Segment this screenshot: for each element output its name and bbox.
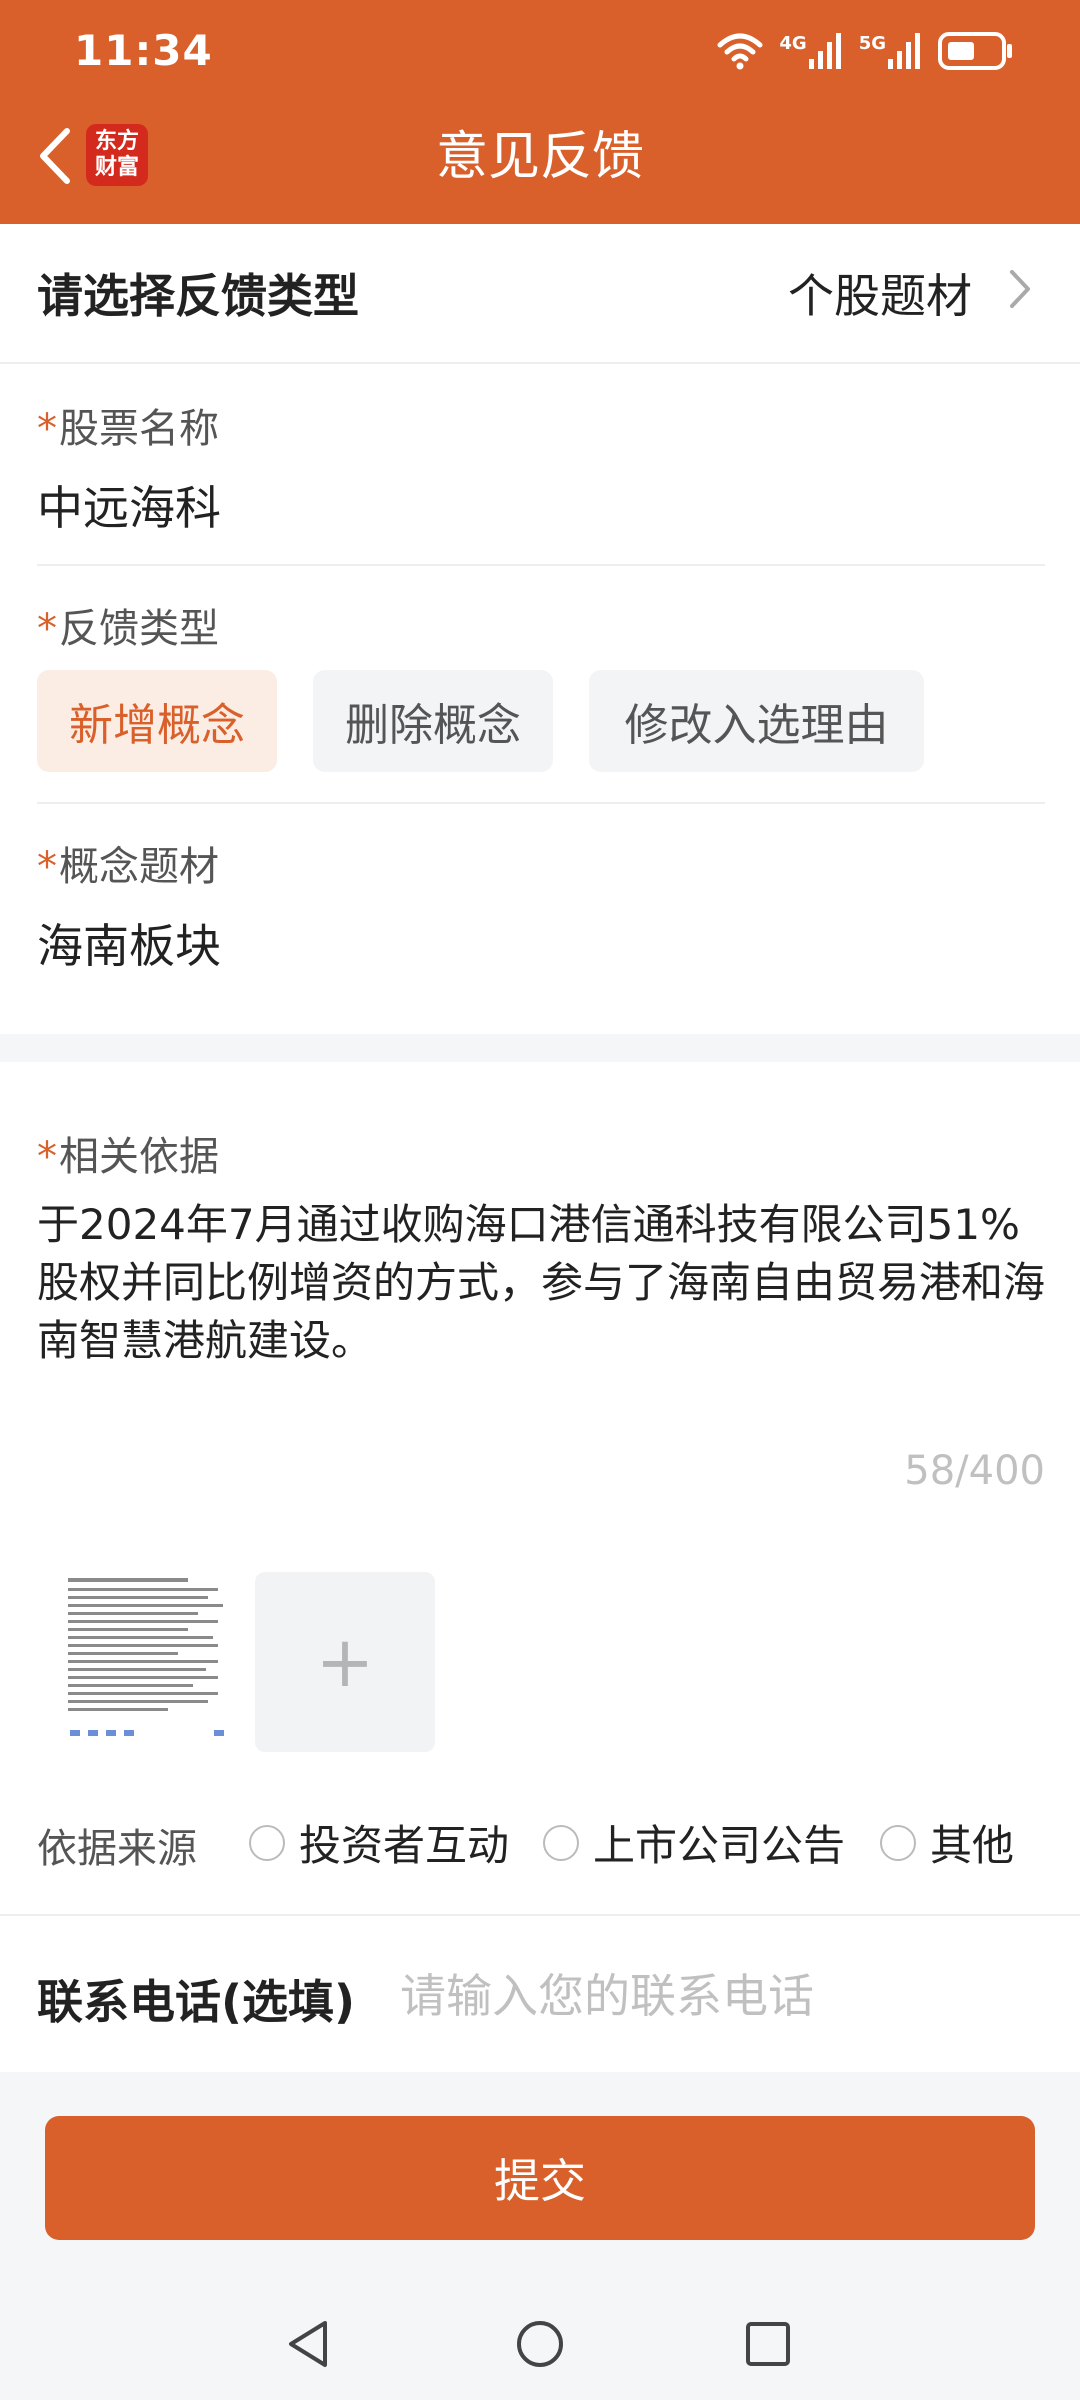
system-nav-bar (0, 2284, 1080, 2400)
nav-home-button[interactable] (510, 2314, 570, 2374)
chip-modify-reason[interactable]: 修改入选理由 (589, 670, 924, 772)
chip-add-concept[interactable]: 新增概念 (37, 670, 277, 772)
nav-recents-button[interactable] (738, 2314, 798, 2374)
radio-circle-icon (249, 1824, 285, 1861)
top-bar: 11:34 4G 5G 东方 财富 意见反馈 (0, 0, 1080, 224)
feedback-category-label: 请选择反馈类型 (37, 269, 359, 323)
signal-4g: 4G (779, 33, 842, 69)
plus-icon: + (315, 1621, 375, 1703)
status-icons: 4G 5G (717, 26, 1014, 76)
stock-name-label: *股票名称 (37, 406, 219, 452)
add-image-button[interactable]: + (255, 1572, 435, 1752)
feedback-category-value: 个股题材 (788, 269, 972, 323)
basis-label: *相关依据 (37, 1134, 219, 1180)
chevron-right-icon (1010, 270, 1030, 308)
nav-back-button[interactable] (278, 2314, 338, 2374)
triangle-back-icon (289, 2321, 327, 2367)
radio-company-announcement[interactable]: 上市公司公告 (543, 1812, 845, 1873)
uploaded-image-thumbnail[interactable] (64, 1572, 234, 1750)
stock-name-value[interactable]: 中远海科 (37, 472, 221, 538)
circle-home-icon (517, 2321, 563, 2367)
submit-button[interactable]: 提交 (45, 2116, 1035, 2240)
divider (37, 564, 1045, 566)
radio-circle-icon (543, 1824, 579, 1861)
signal-5g-bars-icon (888, 33, 920, 69)
battery-icon (938, 32, 1012, 70)
feedback-category-selector[interactable]: 请选择反馈类型 个股题材 (0, 224, 1080, 364)
char-counter: 58/400 (904, 1448, 1045, 1494)
signal-4g-bars-icon (808, 33, 841, 69)
divider (37, 802, 1045, 804)
section-separator (0, 1034, 1080, 1062)
basis-textarea[interactable]: 于2024年7月通过收购海口港信通科技有限公司51%股权并同比例增资的方式，参与… (37, 1196, 1047, 1370)
radio-other[interactable]: 其他 (880, 1812, 1014, 1873)
square-recents-icon (746, 2322, 790, 2366)
wifi-icon (717, 33, 763, 70)
feedback-type-label: *反馈类型 (37, 606, 219, 652)
contact-phone-input[interactable] (398, 1960, 1042, 2032)
page-title: 意见反馈 (435, 127, 644, 187)
status-time: 11:34 (74, 26, 213, 75)
radio-circle-icon (880, 1824, 916, 1861)
source-label: 依据来源 (37, 1826, 197, 1872)
contact-phone-row: 联系电话(选填) (0, 1914, 1080, 2072)
document-thumbnail-image (64, 1572, 234, 1750)
concept-value[interactable]: 海南板块 (37, 910, 221, 976)
chip-delete-concept[interactable]: 删除概念 (313, 670, 553, 772)
signal-5g: 5G (859, 33, 922, 69)
concept-label: *概念题材 (37, 844, 219, 890)
contact-phone-label: 联系电话(选填) (37, 1975, 356, 2029)
radio-investor-interaction[interactable]: 投资者互动 (249, 1812, 509, 1873)
